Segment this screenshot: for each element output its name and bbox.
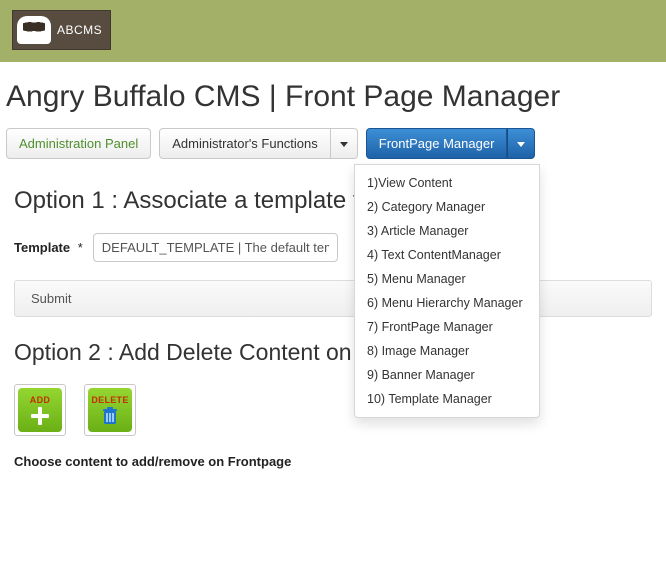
dropdown-item-frontpage-manager[interactable]: 7) FrontPage Manager bbox=[355, 315, 539, 339]
chevron-down-icon bbox=[517, 142, 525, 147]
dropdown-item-menu-hierarchy-manager[interactable]: 6) Menu Hierarchy Manager bbox=[355, 291, 539, 315]
option2-section: Option 2 : Add Delete Content on Frontpa… bbox=[0, 339, 666, 436]
frontpage-manager-group: FrontPage Manager bbox=[366, 128, 536, 159]
template-field-row: Template * bbox=[14, 233, 652, 262]
delete-icon-inner: DELETE bbox=[88, 388, 132, 432]
template-label: Template * bbox=[14, 240, 83, 255]
plus-icon bbox=[30, 406, 50, 426]
admin-functions-button[interactable]: Administrator's Functions bbox=[159, 128, 331, 159]
template-select[interactable] bbox=[93, 233, 338, 262]
frontpage-manager-button[interactable]: FrontPage Manager bbox=[366, 128, 508, 159]
dropdown-item-template-manager[interactable]: 10) Template Manager bbox=[355, 387, 539, 411]
admin-functions-group: Administrator's Functions bbox=[159, 128, 358, 159]
required-mark: * bbox=[78, 240, 83, 255]
page-title: Angry Buffalo CMS | Front Page Manager bbox=[6, 80, 660, 114]
template-label-text: Template bbox=[14, 240, 70, 255]
option1-title: Option 1 : Associate a template to the F… bbox=[14, 187, 652, 215]
dropdown-item-menu-manager[interactable]: 5) Menu Manager bbox=[355, 267, 539, 291]
option2-title: Option 2 : Add Delete Content on Frontpa… bbox=[14, 339, 652, 366]
add-caption: ADD bbox=[30, 395, 50, 405]
option1-section: Option 1 : Associate a template to the F… bbox=[0, 187, 666, 317]
frontpage-manager-caret[interactable] bbox=[507, 128, 535, 159]
brand-name: ABCMS bbox=[57, 23, 102, 37]
brand-logo[interactable]: ABCMS bbox=[12, 10, 111, 50]
add-icon-inner: ADD bbox=[18, 388, 62, 432]
choose-content-prompt: Choose content to add/remove on Frontpag… bbox=[0, 454, 666, 477]
add-content-button[interactable]: ADD bbox=[14, 384, 66, 436]
nav-bar: Administration Panel Administrator's Fun… bbox=[0, 128, 666, 165]
dropdown-item-text-content-manager[interactable]: 4) Text ContentManager bbox=[355, 243, 539, 267]
trash-icon bbox=[101, 406, 119, 426]
option2-actions: ADD DELETE bbox=[14, 384, 652, 436]
admin-functions-caret[interactable] bbox=[331, 128, 358, 159]
delete-content-button[interactable]: DELETE bbox=[84, 384, 136, 436]
dropdown-item-image-manager[interactable]: 8) Image Manager bbox=[355, 339, 539, 363]
dropdown-item-view-content[interactable]: 1)View Content bbox=[355, 171, 539, 195]
admin-panel-button[interactable]: Administration Panel bbox=[6, 128, 151, 159]
top-bar: ABCMS bbox=[0, 0, 666, 62]
buffalo-icon bbox=[17, 16, 51, 44]
submit-button[interactable]: Submit bbox=[14, 280, 652, 317]
chevron-down-icon bbox=[340, 142, 348, 147]
dropdown-item-category-manager[interactable]: 2) Category Manager bbox=[355, 195, 539, 219]
dropdown-item-article-manager[interactable]: 3) Article Manager bbox=[355, 219, 539, 243]
frontpage-manager-dropdown: 1)View Content 2) Category Manager 3) Ar… bbox=[354, 164, 540, 418]
delete-caption: DELETE bbox=[91, 395, 128, 405]
dropdown-item-banner-manager[interactable]: 9) Banner Manager bbox=[355, 363, 539, 387]
